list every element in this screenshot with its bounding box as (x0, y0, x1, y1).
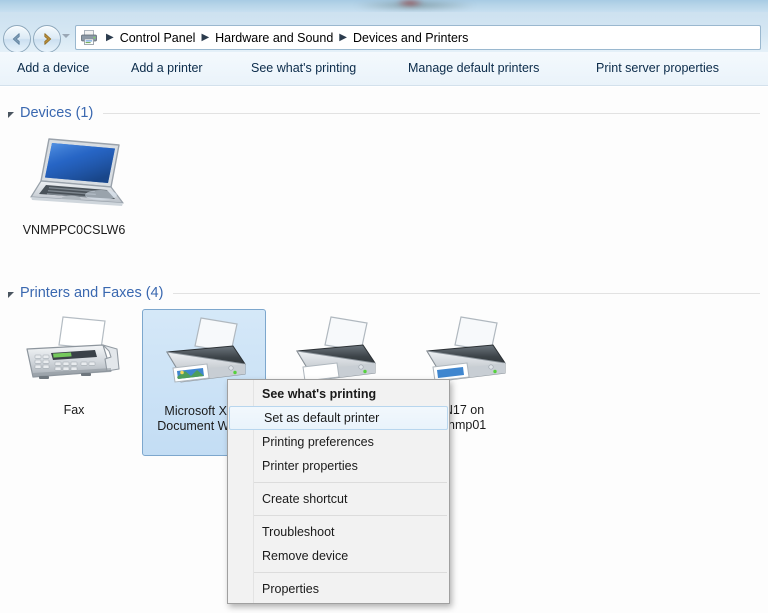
section-title-devices: Devices (1) (20, 105, 94, 121)
context-menu-item-troubleshoot[interactable]: Troubleshoot (228, 520, 449, 544)
breadcrumb-item-hardware-and-sound[interactable]: Hardware and Sound (215, 31, 333, 45)
context-menu: See what's printing Set as default print… (227, 379, 450, 604)
context-menu-item-remove-device[interactable]: Remove device (228, 544, 449, 568)
fax-icon (19, 315, 129, 399)
context-menu-item-set-as-default-printer[interactable]: Set as default printer (229, 406, 448, 430)
address-bar-row: ▶ Control Panel ▶ Hardware and Sound ▶ D… (0, 12, 768, 53)
section-divider (103, 112, 760, 114)
back-arrow-icon (12, 33, 20, 45)
context-menu-item-printing-preferences[interactable]: Printing preferences (228, 430, 449, 454)
section-header-devices[interactable]: Devices (1) (8, 105, 760, 121)
address-bar[interactable]: ▶ Control Panel ▶ Hardware and Sound ▶ D… (75, 25, 761, 50)
collapse-triangle-icon[interactable] (8, 291, 14, 298)
section-header-printers-and-faxes[interactable]: Printers and Faxes (4) (8, 285, 760, 301)
forward-button[interactable] (33, 25, 61, 53)
printer-icon (80, 29, 98, 46)
section-divider (173, 292, 760, 294)
context-menu-item-see-whats-printing[interactable]: See what's printing (228, 382, 449, 406)
command-print-server-properties[interactable]: Print server properties (587, 52, 728, 85)
printer-tile-fax[interactable]: Fax (12, 309, 136, 418)
context-menu-item-create-shortcut[interactable]: Create shortcut (228, 487, 449, 511)
command-add-a-printer[interactable]: Add a printer (122, 52, 212, 85)
breadcrumb-item-control-panel[interactable]: Control Panel (120, 31, 196, 45)
context-menu-item-properties[interactable]: Properties (228, 577, 449, 601)
breadcrumb-separator: ▶ (106, 31, 114, 43)
command-manage-default-printers[interactable]: Manage default printers (399, 52, 548, 85)
command-add-a-device[interactable]: Add a device (8, 52, 98, 85)
context-menu-separator (254, 515, 447, 516)
recent-pages-dropdown-icon[interactable] (62, 34, 70, 38)
device-tile-computer[interactable]: VNMPPC0CSLW6 (12, 129, 136, 238)
command-bar: Add a device Add a printer See what's pr… (0, 52, 768, 86)
desktop-blur-artifact-red (395, 0, 425, 7)
context-menu-separator (254, 572, 447, 573)
window-glass-strip (0, 0, 768, 12)
context-menu-separator (254, 482, 447, 483)
breadcrumb-separator: ▶ (201, 31, 210, 43)
collapse-triangle-icon[interactable] (8, 111, 14, 118)
breadcrumb-separator: ▶ (339, 31, 347, 43)
device-label: VNMPPC0CSLW6 (22, 223, 126, 237)
section-title-printers-and-faxes: Printers and Faxes (4) (20, 285, 164, 301)
forward-arrow-icon (44, 33, 52, 45)
back-button[interactable] (3, 25, 31, 53)
printer-label: Fax (63, 403, 85, 417)
laptop-icon (19, 135, 129, 219)
command-see-whats-printing[interactable]: See what's printing (242, 52, 365, 85)
breadcrumb-item-devices-and-printers[interactable]: Devices and Printers (353, 31, 468, 45)
context-menu-item-printer-properties[interactable]: Printer properties (228, 454, 449, 478)
